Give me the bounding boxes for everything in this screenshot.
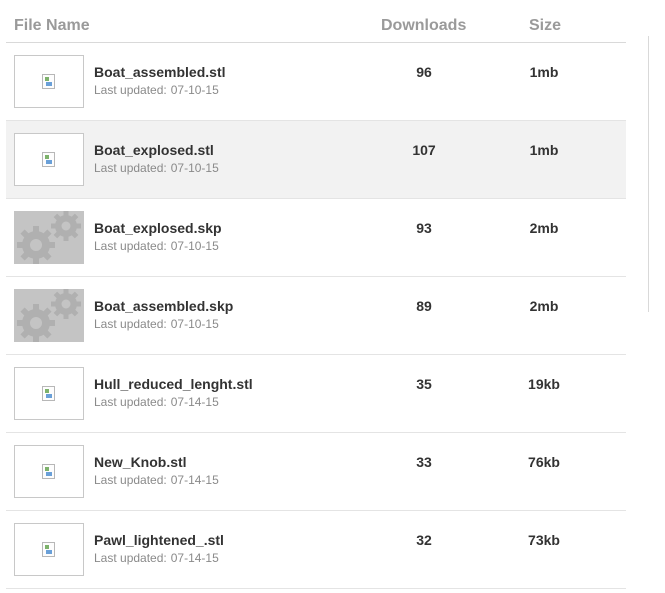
last-updated-date: 07-10-15	[170, 83, 219, 97]
file-name-link[interactable]: Boat_explosed.stl	[94, 142, 214, 158]
file-size: 2mb	[529, 220, 559, 236]
file-thumbnail[interactable]	[14, 445, 84, 498]
table-row[interactable]: Pawl_lightened_.stl Last updated: 07-14-1…	[6, 511, 626, 589]
last-updated: Last updated: 07-14-15	[94, 551, 219, 565]
last-updated-date: 07-14-15	[170, 473, 219, 487]
file-name-link[interactable]: Pawl_lightened_.stl	[94, 532, 224, 548]
download-count: 33	[416, 454, 432, 470]
broken-image-icon	[42, 74, 55, 89]
table-row[interactable]: New_Knob.stl Last updated: 07-14-15 33 76…	[6, 433, 626, 511]
file-thumbnail[interactable]	[14, 289, 84, 342]
column-header-file-name[interactable]: File Name	[14, 17, 90, 35]
file-size: 19kb	[528, 376, 560, 392]
file-size: 73kb	[528, 532, 560, 548]
table-row[interactable]: Hull_reduced_lenght.stl Last updated: 07-…	[6, 355, 626, 433]
gear-icon	[17, 289, 81, 342]
last-updated-date: 07-10-15	[170, 317, 219, 331]
divider	[648, 36, 649, 312]
last-updated-date: 07-10-15	[170, 239, 219, 253]
table-row[interactable]: Boat_explosed.stl Last updated: 07-10-15 …	[6, 121, 626, 199]
broken-image-icon	[42, 464, 55, 479]
last-updated-date: 07-14-15	[170, 551, 219, 565]
column-header-downloads[interactable]: Downloads	[381, 17, 466, 35]
broken-image-icon	[42, 386, 55, 401]
last-updated-label: Last updated:	[94, 83, 167, 97]
download-count: 93	[416, 220, 432, 236]
gear-icon	[17, 211, 81, 264]
download-count: 32	[416, 532, 432, 548]
file-thumbnail[interactable]	[14, 55, 84, 108]
download-count: 107	[412, 142, 436, 158]
last-updated-label: Last updated:	[94, 551, 167, 565]
last-updated-label: Last updated:	[94, 161, 167, 175]
file-name-link[interactable]: Boat_explosed.skp	[94, 220, 222, 236]
last-updated: Last updated: 07-14-15	[94, 395, 219, 409]
file-table: File Name Downloads Size Boat_assembled.…	[6, 0, 626, 589]
file-name-link[interactable]: Hull_reduced_lenght.stl	[94, 376, 253, 392]
file-thumbnail[interactable]	[14, 211, 84, 264]
column-header-size[interactable]: Size	[529, 17, 561, 35]
last-updated-date: 07-10-15	[170, 161, 219, 175]
last-updated: Last updated: 07-10-15	[94, 317, 219, 331]
last-updated-label: Last updated:	[94, 473, 167, 487]
table-row[interactable]: Boat_explosed.skp Last updated: 07-10-15 …	[6, 199, 626, 277]
file-thumbnail[interactable]	[14, 133, 84, 186]
file-thumbnail[interactable]	[14, 523, 84, 576]
last-updated-date: 07-14-15	[170, 395, 219, 409]
last-updated: Last updated: 07-10-15	[94, 161, 219, 175]
table-row[interactable]: Boat_assembled.stl Last updated: 07-10-15…	[6, 43, 626, 121]
file-size: 76kb	[528, 454, 560, 470]
download-count: 89	[416, 298, 432, 314]
download-count: 35	[416, 376, 432, 392]
table-row[interactable]: Boat_assembled.skp Last updated: 07-10-15…	[6, 277, 626, 355]
file-name-link[interactable]: Boat_assembled.skp	[94, 298, 233, 314]
file-size: 2mb	[529, 298, 559, 314]
file-size: 1mb	[529, 142, 559, 158]
file-size: 1mb	[529, 64, 559, 80]
last-updated: Last updated: 07-10-15	[94, 83, 219, 97]
file-name-link[interactable]: New_Knob.stl	[94, 454, 187, 470]
file-name-link[interactable]: Boat_assembled.stl	[94, 64, 226, 80]
last-updated-label: Last updated:	[94, 239, 167, 253]
broken-image-icon	[42, 542, 55, 557]
download-count: 96	[416, 64, 432, 80]
last-updated: Last updated: 07-10-15	[94, 239, 219, 253]
file-thumbnail[interactable]	[14, 367, 84, 420]
last-updated-label: Last updated:	[94, 317, 167, 331]
table-header: File Name Downloads Size	[6, 0, 626, 43]
last-updated-label: Last updated:	[94, 395, 167, 409]
broken-image-icon	[42, 152, 55, 167]
last-updated: Last updated: 07-14-15	[94, 473, 219, 487]
